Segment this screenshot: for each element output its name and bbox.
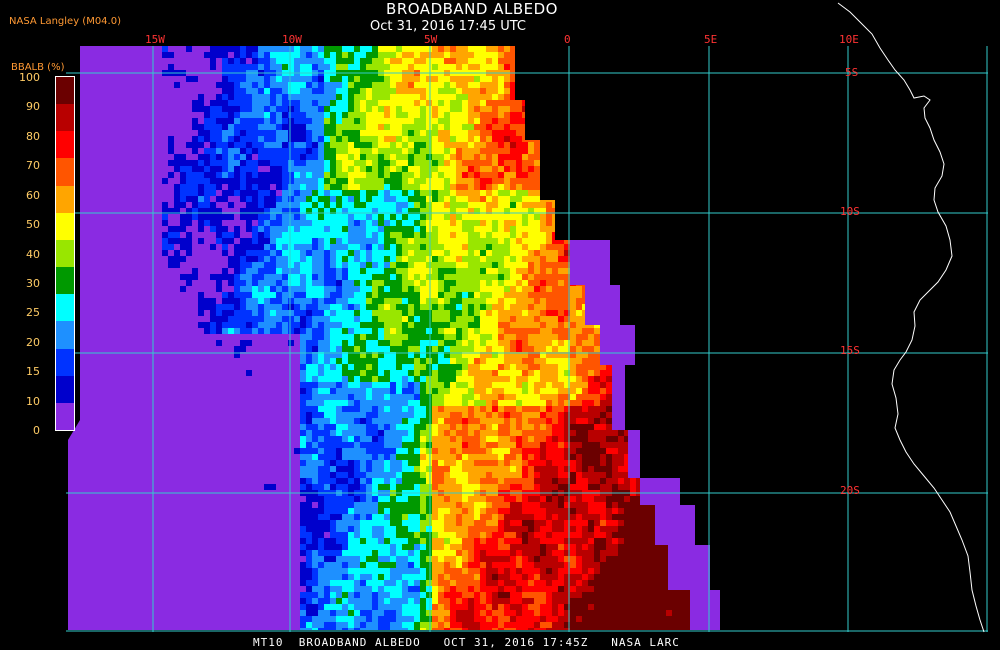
lon-label-10w: 10W: [282, 33, 302, 46]
lon-label-10e: 10E: [839, 33, 859, 46]
colorbar-tick-label: 10: [26, 394, 40, 408]
colorbar-tick-label: 70: [26, 159, 40, 173]
map-title: BROADBAND ALBEDO: [386, 0, 558, 18]
colorbar-tick-label: 0: [33, 424, 40, 437]
colorbar-tick-label: 40: [26, 247, 40, 261]
colorbar-tick-label: 15: [26, 365, 40, 379]
colorbar-tick-label: 80: [26, 129, 40, 143]
colorbar-tick-label: 60: [26, 188, 40, 202]
lat-label-20s: 20S: [840, 484, 860, 497]
colorbar-tick-label: 25: [26, 306, 40, 320]
colorbar-tick-label: 20: [26, 335, 40, 349]
credit-label: NASA Langley (M04.0): [9, 16, 121, 27]
lon-label-5e: 5E: [704, 33, 718, 46]
colorbar-tick-label: 90: [26, 100, 40, 114]
colorbar-frame: [55, 76, 75, 431]
lat-label-10s: 10S: [840, 205, 860, 218]
lon-label-5w: 5W: [424, 33, 438, 46]
map-timestamp: Oct 31, 2016 17:45 UTC: [370, 19, 526, 34]
lon-label-15w: 15W: [145, 33, 165, 46]
coastline: [837, 2, 985, 633]
albedo-field: [68, 46, 720, 630]
lat-label-15s: 15S: [840, 344, 860, 357]
lat-label-5s: 5S: [845, 66, 859, 79]
albedo-map: [66, 2, 988, 633]
colorbar-tick-label: 100: [19, 71, 40, 84]
footer-caption: MT10 BROADBAND ALBEDO OCT 31, 2016 17:45…: [253, 636, 680, 649]
colorbar-tick-label: 50: [26, 218, 40, 232]
lon-label-0: 0: [564, 33, 571, 46]
colorbar-tick-label: 30: [26, 276, 40, 290]
